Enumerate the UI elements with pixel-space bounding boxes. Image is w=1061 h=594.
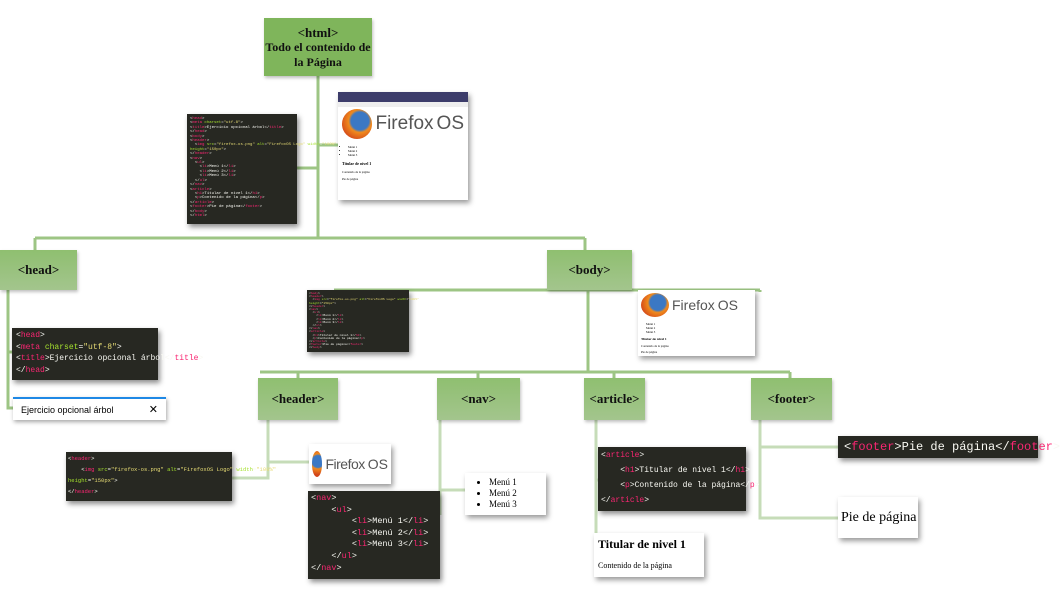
full-code-snippet: <head> <meta charset="utf-8"> <title>Ejerc… [187, 114, 337, 224]
code-line: height="150px"> [68, 477, 118, 484]
code-line: </head> [16, 365, 50, 375]
code-line: </header> [68, 488, 98, 495]
firefox-os-logo: Firefox OS [309, 444, 391, 484]
browser-chrome [338, 92, 468, 102]
body-code-snippet: <body> <header> <img src="firefox-os.png"… [307, 290, 419, 352]
menu-list: Menú 1Menú 2Menú 3 [348, 145, 468, 157]
render-footer: Pie de página [342, 177, 359, 181]
article-code-snippet: <article> <h1>Titular de nivel 1</h1> <p… [598, 447, 760, 511]
node-footer: <footer> [751, 378, 832, 420]
render-footer: Pie de página [841, 509, 917, 525]
code-line: </html> [190, 213, 207, 218]
menu-list: Menú 1Menú 2Menú 3 [489, 477, 546, 510]
code-line: <head> [16, 331, 45, 340]
node-nav: <nav> [437, 378, 520, 420]
node-article: <article> [584, 378, 645, 420]
code-line: <footer>Pie de página</footer> [844, 440, 1061, 454]
full-page-render: FirefoxOS Menú 1Menú 2Menú 3 Titular de … [338, 92, 468, 200]
code-line: <ul> [331, 504, 352, 515]
browser-tab[interactable]: Ejercicio opcional árbol ✕ [13, 397, 166, 420]
menu-item: Menú 2 [489, 488, 546, 499]
render-h1: Titular de nivel 1 [641, 337, 667, 341]
code-line: <p>Contenido de la página</p> [620, 481, 760, 490]
menu-item: Menú 3 [646, 330, 755, 334]
render-h1: Titular de nivel 1 [598, 537, 686, 551]
nav-render: Menú 1Menú 2Menú 3 [465, 473, 546, 515]
node-header: <header> [258, 378, 338, 420]
code-line: <img src="firefox-os.png" alt="FirefoxOS… [81, 466, 277, 473]
firefox-os-logo: Firefox OS [338, 107, 468, 141]
menu-item: Menú 1 [489, 477, 546, 488]
render-p: Contenido de la página [641, 344, 669, 348]
body-render: FirefoxOS Menú 1Menú 2Menú 3 Titular de … [638, 290, 755, 356]
html-description: Todo el contenido de la Página [265, 40, 371, 69]
code-line: <header> [68, 455, 95, 462]
tab-title: Ejercicio opcional árbol [21, 404, 114, 415]
code-line: <meta charset="utf-8"> [16, 342, 122, 352]
code-line: <li>Menú 1</li> [351, 516, 429, 527]
node-html: <html> Todo el contenido de la Página [264, 18, 372, 76]
code-line: <h1>Titular de nivel 1</h1> [620, 466, 750, 475]
render-p: Contenido de la página [598, 561, 672, 570]
code-line: <title>Ejercicio opcional árbol</title> [16, 354, 204, 363]
code-line: <nav> [311, 493, 337, 503]
menu-item: Menú 3 [348, 153, 468, 157]
code-line: <li>Menú 3</li> [351, 539, 429, 550]
code-line: <article> [601, 451, 645, 460]
footer-render: Pie de página [838, 497, 918, 538]
code-line: </ul> [331, 550, 357, 561]
menu-list: Menú 1Menú 2Menú 3 [646, 322, 755, 334]
render-h1: Titular de nivel 1 [342, 161, 372, 166]
html-tag-label: <html> [297, 24, 339, 40]
code-line: </article> [601, 496, 650, 505]
article-render: Titular de nivel 1 Contenido de la págin… [594, 533, 704, 577]
footer-code-snippet: <footer>Pie de página</footer> [838, 436, 1061, 458]
menu-item: Menú 3 [489, 499, 546, 510]
firefox-os-logo: Firefox OS [638, 290, 755, 320]
nav-code-snippet: <nav> <ul> <li>Menú 1</li> <li>Menú 2</l… [308, 491, 440, 579]
render-p: Contenido de la página [342, 170, 370, 174]
header-code-snippet: <header> <img src="firefox-os.png" alt="… [66, 452, 277, 501]
code-line: <li>Menú 2</li> [351, 527, 429, 538]
close-icon[interactable]: ✕ [149, 403, 158, 416]
head-code-snippet: <head> <meta charset="utf-8"> <title>Ejerc… [12, 328, 204, 380]
node-body: <body> [547, 250, 632, 290]
code-line: </body> [309, 346, 322, 350]
code-line: </nav> [311, 562, 342, 573]
node-head: <head> [0, 250, 77, 290]
render-footer: Pie de página [641, 350, 658, 354]
